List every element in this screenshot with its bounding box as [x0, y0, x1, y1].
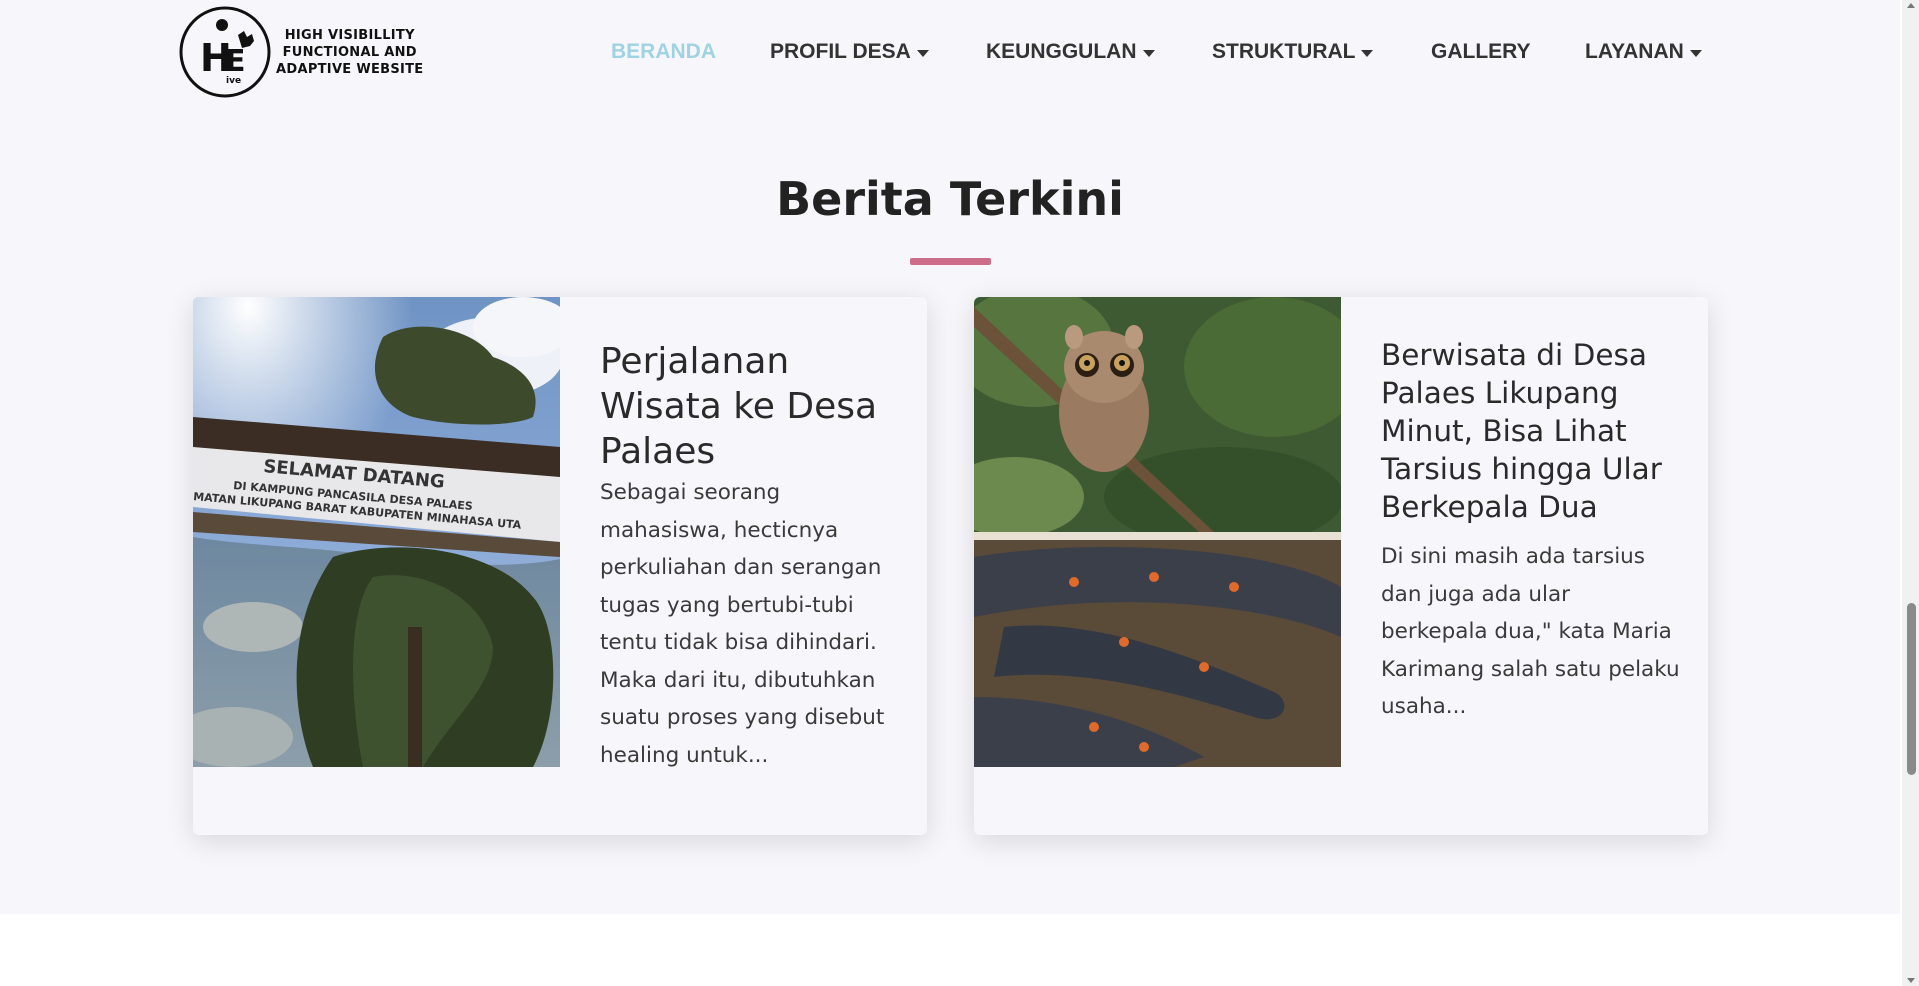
scrollbar-thumb[interactable]: [1907, 603, 1916, 775]
news-card-body: Berwisata di Desa Palaes Likupang Minut,…: [1381, 297, 1681, 726]
news-card-title[interactable]: Berwisata di Desa Palaes Likupang Minut,…: [1381, 336, 1681, 526]
main-navigation: BERANDA PROFIL DESA KEUNGGULAN STRUKTURA…: [0, 40, 1900, 70]
page-section: H E ive HIGH VISIBILLITY FUNCTIONAL AND …: [0, 0, 1900, 914]
news-card-excerpt: Sebagai seorang mahasiswa, hecticnya per…: [600, 480, 885, 768]
caret-down-icon: [1142, 49, 1155, 57]
news-card-image[interactable]: SELAMAT DATANG DI KAMPUNG PANCASILA DESA…: [193, 297, 560, 767]
nav-item-keunggulan[interactable]: KEUNGGULAN: [986, 40, 1155, 64]
nav-label: STRUKTURAL: [1212, 40, 1356, 63]
news-card[interactable]: SELAMAT DATANG DI KAMPUNG PANCASILA DESA…: [193, 297, 927, 835]
nav-label: KEUNGGULAN: [986, 40, 1137, 63]
nav-item-beranda[interactable]: BERANDA: [611, 40, 716, 64]
nav-label: GALLERY: [1431, 40, 1531, 63]
news-card-title[interactable]: Perjalanan Wisata ke Desa Palaes: [600, 339, 900, 474]
caret-down-icon: [1689, 49, 1702, 57]
section-title: Berita Terkini: [776, 172, 1124, 226]
nav-label: PROFIL DESA: [770, 40, 911, 63]
caret-down-icon: [1361, 49, 1374, 57]
nav-item-profil-desa[interactable]: PROFIL DESA: [770, 40, 929, 64]
scroll-down-arrow-icon[interactable]: [1907, 978, 1915, 983]
news-card[interactable]: Berwisata di Desa Palaes Likupang Minut,…: [974, 297, 1708, 835]
news-card-body: Perjalanan Wisata ke Desa Palaes Sebagai…: [600, 297, 900, 774]
svg-text:ive: ive: [226, 76, 241, 86]
nav-item-struktural[interactable]: STRUKTURAL: [1212, 40, 1374, 64]
news-card-excerpt: Di sini masih ada tarsius dan juga ada u…: [1381, 544, 1680, 719]
title-underline: [910, 258, 991, 265]
nav-item-gallery[interactable]: GALLERY: [1431, 40, 1531, 64]
nav-item-layanan[interactable]: LAYANAN: [1585, 40, 1702, 64]
caret-down-icon: [916, 49, 929, 57]
news-card-image[interactable]: [974, 297, 1341, 767]
nav-label: BERANDA: [611, 40, 716, 63]
nav-label: LAYANAN: [1585, 40, 1684, 63]
vertical-scrollbar[interactable]: [1902, 0, 1919, 986]
scroll-up-arrow-icon[interactable]: [1907, 3, 1915, 8]
